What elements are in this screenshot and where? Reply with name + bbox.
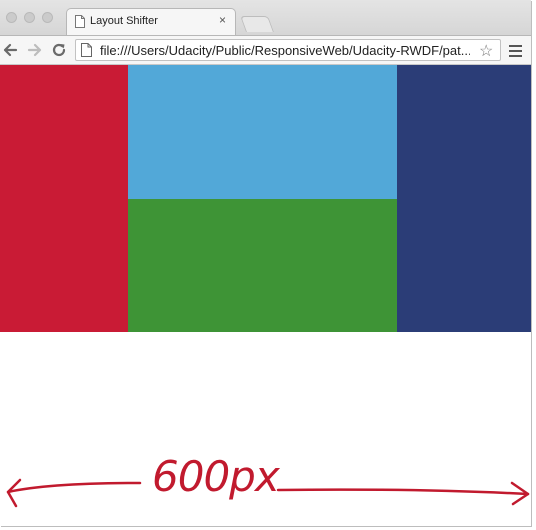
maximize-window-button[interactable]	[42, 12, 53, 23]
url-text: file:///Users/Udacity/Public/ResponsiveW…	[100, 43, 470, 58]
tab-close-icon[interactable]: ×	[219, 13, 226, 27]
document-icon	[75, 15, 85, 33]
tab-layout-shifter[interactable]: Layout Shifter ×	[66, 8, 236, 35]
title-bar: Layout Shifter ×	[0, 0, 531, 35]
minimize-window-button[interactable]	[24, 12, 35, 23]
reload-button[interactable]	[51, 42, 67, 63]
tab-title: Layout Shifter	[90, 15, 158, 27]
width-label: 600px	[152, 452, 280, 501]
back-button[interactable]	[2, 42, 18, 63]
green-box	[128, 199, 397, 332]
reload-icon	[52, 43, 66, 57]
browser-toolbar: file:///Users/Udacity/Public/ResponsiveW…	[0, 35, 531, 65]
bookmark-star-icon[interactable]: ☆	[479, 41, 493, 61]
close-window-button[interactable]	[6, 12, 17, 23]
page-icon	[81, 43, 92, 62]
address-bar[interactable]: file:///Users/Udacity/Public/ResponsiveW…	[75, 39, 501, 61]
hamburger-menu-icon	[509, 45, 522, 57]
arrow-left-icon	[6, 478, 142, 508]
arrow-right-icon	[27, 43, 42, 57]
forward-button[interactable]	[27, 42, 43, 63]
width-annotation: 600px	[0, 440, 536, 520]
new-tab-button[interactable]	[240, 16, 274, 32]
dark-blue-box	[397, 65, 531, 332]
light-blue-box	[128, 65, 397, 199]
red-box	[0, 65, 128, 332]
arrow-left-icon	[3, 43, 18, 57]
menu-button[interactable]	[509, 44, 522, 62]
arrow-right-icon	[276, 481, 530, 506]
